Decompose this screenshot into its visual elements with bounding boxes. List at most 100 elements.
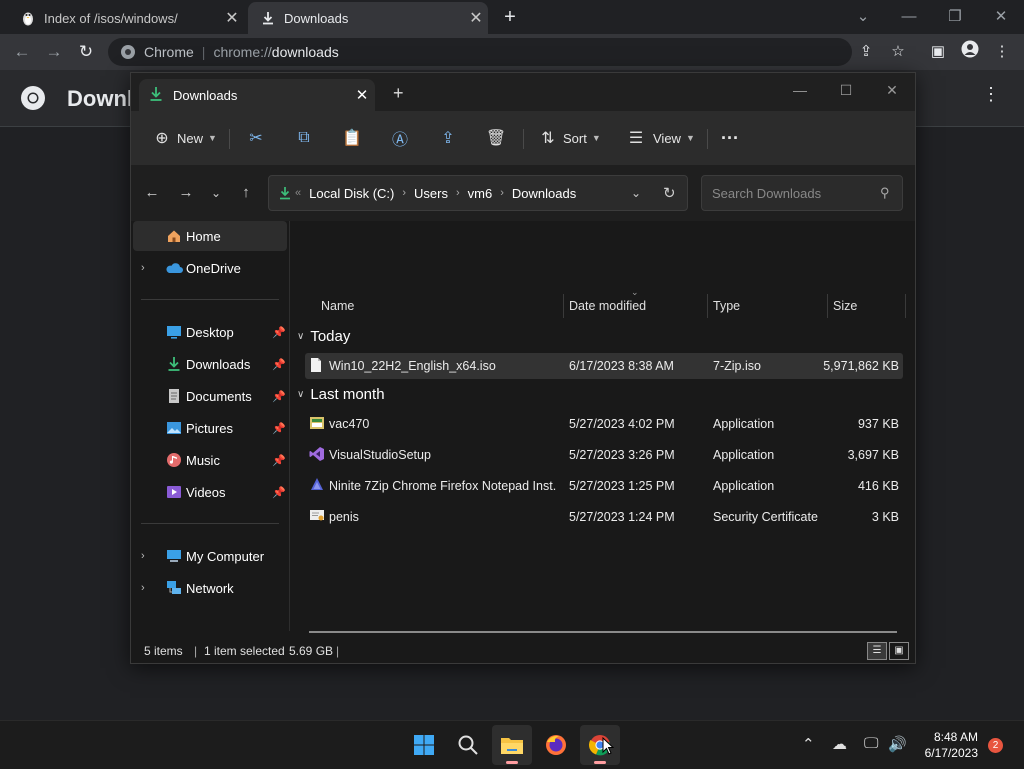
chrome-chip[interactable]: Chrome <box>120 44 194 60</box>
back-arrow-icon[interactable]: ← <box>10 40 34 64</box>
pin-icon[interactable]: 📌 <box>272 422 286 435</box>
search-button[interactable] <box>448 725 488 765</box>
minimize-icon[interactable]: — <box>777 77 823 103</box>
chevron-right-icon[interactable]: › <box>141 262 145 274</box>
breadcrumb-users[interactable]: Users <box>414 186 448 201</box>
new-tab-button[interactable]: + <box>393 83 404 104</box>
copy-button[interactable]: ⧉ <box>293 123 315 153</box>
chrome-tab-downloads[interactable]: Downloads ✕ <box>248 2 488 34</box>
table-row[interactable]: vac470 5/27/2023 4:02 PM Application 937… <box>305 411 903 437</box>
chevron-down-icon[interactable]: ∨ <box>297 389 304 400</box>
table-row[interactable]: Ninite 7Zip Chrome Firefox Notepad Inst.… <box>305 473 903 499</box>
close-tab-icon[interactable]: ✕ <box>220 8 244 28</box>
close-window-icon[interactable]: ✕ <box>869 77 915 103</box>
breadcrumb-vm6[interactable]: vm6 <box>468 186 493 201</box>
sidebar-item-pictures[interactable]: Pictures 📌 <box>133 413 287 443</box>
forward-arrow-icon[interactable]: → <box>175 184 197 201</box>
close-tab-icon[interactable]: ✕ <box>464 8 488 28</box>
minimize-icon[interactable]: — <box>886 4 932 30</box>
side-panel-icon[interactable]: ▣ <box>926 40 950 64</box>
start-button[interactable] <box>404 725 444 765</box>
share-button[interactable]: ⇪ <box>437 123 459 153</box>
chrome-menu-icon[interactable]: ⋮ <box>990 40 1014 64</box>
column-header-name[interactable]: Name <box>321 293 354 319</box>
taskbar-clock[interactable]: 8:48 AM 6/17/2023 <box>912 729 978 761</box>
reload-icon[interactable]: ↻ <box>74 40 98 64</box>
new-button[interactable]: ⊕ New ▼ <box>151 123 217 153</box>
chevron-right-icon[interactable]: › <box>500 187 504 199</box>
pin-icon[interactable]: 📌 <box>272 454 286 467</box>
chevron-down-icon[interactable]: ∨ <box>297 331 304 342</box>
more-options-icon[interactable]: ··· <box>721 123 739 153</box>
horizontal-scrollbar[interactable] <box>309 631 897 633</box>
up-arrow-icon[interactable]: ↑ <box>235 184 257 201</box>
paste-button[interactable]: 📋 <box>341 123 363 153</box>
cut-button[interactable]: ✂ <box>245 123 267 153</box>
explorer-tab-downloads[interactable]: Downloads ✕ <box>139 79 375 111</box>
sidebar-item-music[interactable]: Music 📌 <box>133 445 287 475</box>
share-icon[interactable]: ⇪ <box>854 40 878 64</box>
column-divider[interactable] <box>563 294 564 318</box>
pin-icon[interactable]: 📌 <box>272 326 286 339</box>
new-tab-button[interactable]: + <box>498 6 522 29</box>
sidebar-item-videos[interactable]: Videos 📌 <box>133 477 287 507</box>
bookmark-star-icon[interactable]: ☆ <box>886 40 910 64</box>
search-icon[interactable]: ⚲ <box>880 185 890 201</box>
chrome-tab-index[interactable]: Index of /isos/windows/ ✕ <box>8 2 244 34</box>
downloads-menu-icon[interactable]: ⋮ <box>982 84 1000 105</box>
sidebar-item-documents[interactable]: Documents 📌 <box>133 381 287 411</box>
column-header-size[interactable]: Size <box>833 293 857 319</box>
tab-search-chevron-icon[interactable]: ⌄ <box>840 4 886 30</box>
chevron-right-icon[interactable]: › <box>141 582 145 594</box>
back-arrow-icon[interactable]: ← <box>141 184 163 201</box>
table-row[interactable]: Win10_22H2_English_x64.iso 6/17/2023 8:3… <box>305 353 903 379</box>
tiles-view-icon[interactable]: ▣ <box>889 642 909 660</box>
sidebar-item-onedrive[interactable]: › OneDrive <box>133 253 287 283</box>
pin-icon[interactable]: 📌 <box>272 486 286 499</box>
recent-locations-chevron-icon[interactable]: ⌄ <box>205 186 227 200</box>
network-status-icon[interactable]: 🖵 <box>864 735 878 752</box>
forward-arrow-icon[interactable]: → <box>42 40 66 64</box>
profile-avatar-icon[interactable] <box>958 40 982 64</box>
sidebar-item-desktop[interactable]: Desktop 📌 <box>133 317 287 347</box>
show-hidden-icons-chevron-icon[interactable]: ⌃ <box>802 735 815 753</box>
pin-icon[interactable]: 📌 <box>272 358 286 371</box>
sidebar-item-network[interactable]: › Network <box>133 573 287 603</box>
group-header-last-month[interactable]: ∨ Last month <box>297 383 385 405</box>
close-window-icon[interactable]: ✕ <box>978 4 1024 30</box>
address-dropdown-chevron-icon[interactable]: ⌄ <box>631 186 641 200</box>
restore-icon[interactable]: ❐ <box>932 4 978 30</box>
details-view-icon[interactable]: ☰ <box>867 642 887 660</box>
refresh-icon[interactable]: ↻ <box>663 184 676 202</box>
sidebar-item-home[interactable]: Home <box>133 221 287 251</box>
taskbar-file-explorer[interactable] <box>492 725 532 765</box>
breadcrumb-downloads[interactable]: Downloads <box>512 186 576 201</box>
chevron-right-icon[interactable]: › <box>141 550 145 562</box>
taskbar-chrome[interactable] <box>580 725 620 765</box>
pin-icon[interactable]: 📌 <box>272 390 286 403</box>
column-divider[interactable] <box>905 294 906 318</box>
notification-badge[interactable]: 2 <box>988 738 1003 753</box>
rename-button[interactable]: Ⓐ <box>389 123 411 153</box>
chevron-right-icon[interactable]: › <box>456 187 460 199</box>
delete-button[interactable]: 🗑 <box>485 123 507 153</box>
column-header-type[interactable]: Type <box>713 293 740 319</box>
volume-icon[interactable]: 🔊 <box>888 735 907 753</box>
sidebar-item-downloads[interactable]: Downloads 📌 <box>133 349 287 379</box>
view-button[interactable]: ☰ View ▼ <box>625 123 695 153</box>
address-bar[interactable]: Chrome | chrome:// downloads <box>108 38 852 66</box>
overflow-chevron-icon[interactable]: « <box>295 187 301 199</box>
sort-button[interactable]: ⇅ Sort ▼ <box>537 123 600 153</box>
group-header-today[interactable]: ∨ Today <box>297 325 350 347</box>
maximize-icon[interactable]: ☐ <box>823 77 869 103</box>
sidebar-item-my-computer[interactable]: › My Computer <box>133 541 287 571</box>
close-tab-icon[interactable]: ✕ <box>349 86 375 104</box>
column-divider[interactable] <box>827 294 828 318</box>
search-input[interactable] <box>710 184 874 202</box>
breadcrumb-local-disk[interactable]: Local Disk (C:) <box>309 186 394 201</box>
onedrive-offline-icon[interactable]: ☁ <box>832 735 847 753</box>
chevron-right-icon[interactable]: › <box>402 187 406 199</box>
table-row[interactable]: VisualStudioSetup 5/27/2023 3:26 PM Appl… <box>305 442 903 468</box>
search-box[interactable]: ⚲ <box>701 175 903 211</box>
taskbar-firefox[interactable] <box>536 725 576 765</box>
